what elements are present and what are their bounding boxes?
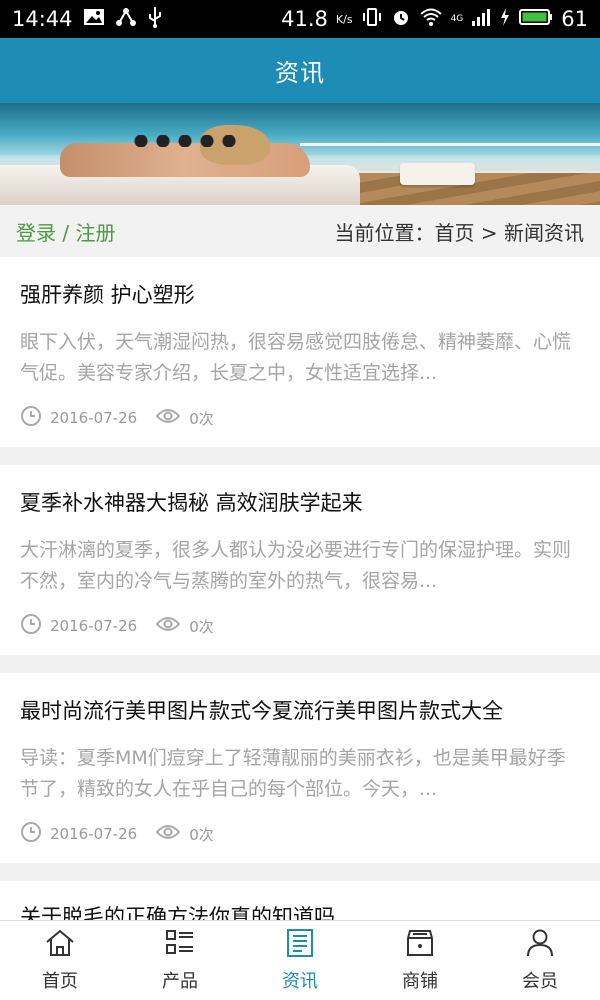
- login-register-link[interactable]: 登录 / 注册: [16, 217, 115, 246]
- network-speed: 41.8: [281, 7, 328, 31]
- tab-products[interactable]: 产品: [120, 921, 240, 1000]
- news-title[interactable]: 夏季补水神器大揭秘 高效润肤学起来: [20, 487, 363, 517]
- tab-home[interactable]: 首页: [0, 921, 120, 1000]
- wifi-icon: [419, 7, 443, 32]
- clock-icon: [20, 821, 42, 847]
- status-bar: 14:44 41.8 K/s 4G 61: [0, 0, 600, 38]
- tab-member[interactable]: 会员: [480, 921, 600, 1000]
- news-title[interactable]: 关于脱毛的正确方法你真的知道吗: [20, 901, 335, 920]
- tab-news[interactable]: 资讯: [240, 921, 360, 1000]
- tab-label: 会员: [522, 971, 558, 992]
- list-icon: [164, 928, 196, 967]
- news-item[interactable]: 关于脱毛的正确方法你真的知道吗: [0, 881, 600, 920]
- news-list: 强肝养颜 护心塑形 眼下入伏，天气潮湿闷热，很容易感觉四肢倦怠、精神萎靡、心慌气…: [0, 257, 600, 920]
- eye-icon: [155, 823, 181, 845]
- banner-hot-stones: [130, 135, 240, 147]
- network-type: 4G: [450, 14, 464, 24]
- news-summary: 眼下入伏，天气潮湿闷热，很容易感觉四肢倦怠、精神萎靡、心慌气促。美容专家介绍，长…: [20, 331, 572, 384]
- battery-icon: [519, 7, 553, 31]
- usb-icon: [147, 6, 163, 33]
- tab-label: 资讯: [282, 971, 318, 992]
- news-summary: 大汗淋漓的夏季，很多人都认为没必要进行专门的保湿护理。实则不然，室内的冷气与蒸腾…: [20, 539, 572, 592]
- tab-label: 产品: [162, 971, 198, 992]
- news-views: 0次: [189, 409, 214, 428]
- news-meta: 2016-07-26 0次: [20, 613, 214, 639]
- shop-icon: [404, 928, 436, 967]
- bottom-tab-bar: 首页 产品 资讯 商铺 会员: [0, 920, 600, 1000]
- clock-icon: [20, 405, 42, 431]
- news-item[interactable]: 强肝养颜 护心塑形 眼下入伏，天气潮湿闷热，很容易感觉四肢倦怠、精神萎靡、心慌气…: [0, 257, 600, 447]
- news-item[interactable]: 夏季补水神器大揭秘 高效润肤学起来 大汗淋漓的夏季，很多人都认为没必要进行专门的…: [0, 465, 600, 655]
- speed-unit: K/s: [335, 12, 353, 26]
- news-summary: 导读：夏季MM们痘穿上了轻薄靓丽的美丽衣衫，也是美甲最好季节了，精致的女人在乎自…: [20, 747, 566, 800]
- tab-shop[interactable]: 商铺: [360, 921, 480, 1000]
- vibrate-icon: [361, 7, 383, 32]
- eye-icon: [155, 615, 181, 637]
- page-title: 资讯: [275, 59, 325, 87]
- news-date: 2016-07-26: [50, 617, 138, 635]
- page-title-bar: 资讯: [0, 38, 600, 103]
- news-title[interactable]: 强肝养颜 护心塑形: [20, 279, 195, 309]
- news-item[interactable]: 最时尚流行美甲图片款式今夏流行美甲图片款式大全 导读：夏季MM们痘穿上了轻薄靓丽…: [0, 673, 600, 863]
- share-icon: [115, 7, 137, 32]
- banner-person: [60, 143, 310, 177]
- news-views: 0次: [189, 825, 214, 844]
- news-icon: [284, 928, 316, 967]
- home-icon: [44, 928, 76, 967]
- eye-icon: [155, 407, 181, 429]
- image-icon: [83, 7, 105, 31]
- alarm-icon: [391, 7, 411, 32]
- status-time: 14:44: [12, 7, 73, 31]
- signal-icon: [471, 7, 491, 32]
- breadcrumb: 当前位置：首页 > 新闻资讯: [334, 220, 584, 245]
- banner-image[interactable]: [0, 103, 600, 205]
- user-icon: [524, 928, 556, 967]
- news-meta: 2016-07-26 0次: [20, 405, 214, 431]
- banner-towel: [400, 163, 475, 185]
- news-meta: 2016-07-26 0次: [20, 821, 214, 847]
- news-title[interactable]: 最时尚流行美甲图片款式今夏流行美甲图片款式大全: [20, 695, 503, 725]
- news-date: 2016-07-26: [50, 825, 138, 843]
- news-views: 0次: [189, 617, 214, 636]
- tab-label: 首页: [42, 971, 78, 992]
- charging-icon: [499, 7, 511, 32]
- clock-icon: [20, 613, 42, 639]
- breadcrumb-bar: 登录 / 注册 当前位置：首页 > 新闻资讯: [0, 205, 600, 257]
- tab-label: 商铺: [402, 971, 438, 992]
- news-date: 2016-07-26: [50, 409, 138, 427]
- battery-level: 61: [561, 7, 588, 31]
